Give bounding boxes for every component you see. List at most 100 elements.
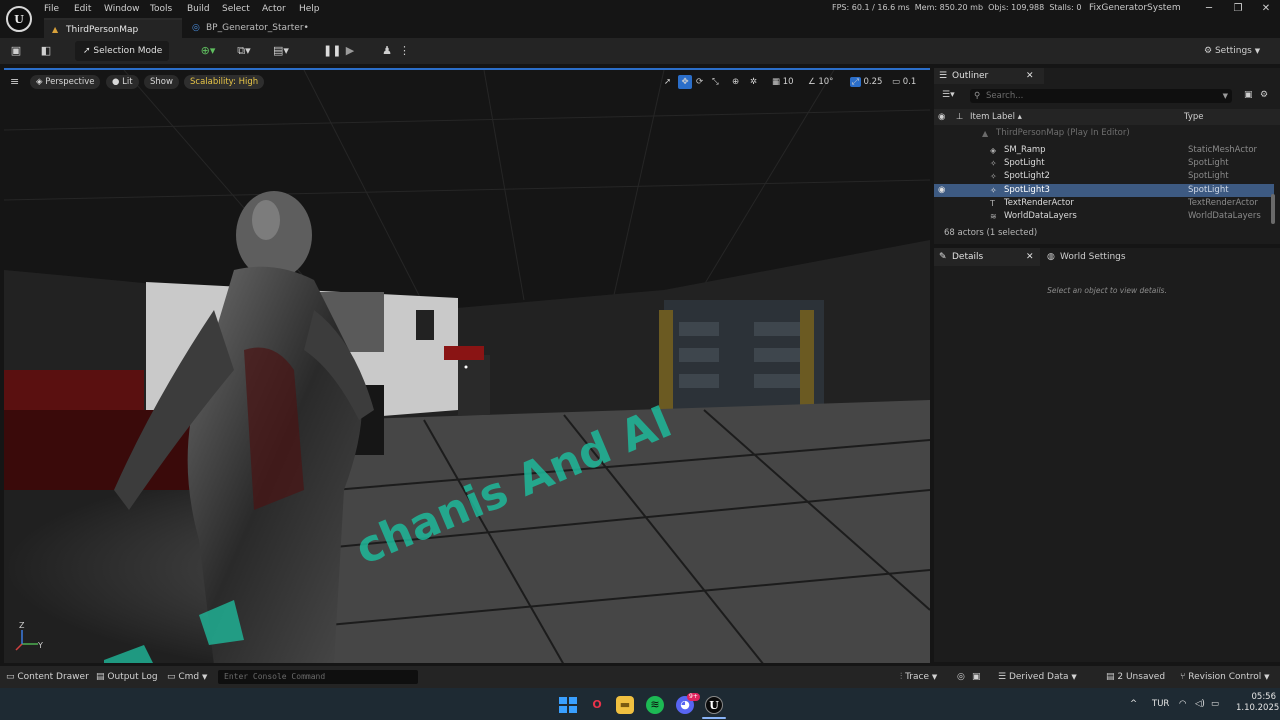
- angle-icon: ∠: [808, 77, 819, 87]
- details-title: Details: [952, 252, 984, 262]
- world-settings-tab[interactable]: ◍ World Settings: [1044, 248, 1154, 266]
- visibility-eye-icon[interactable]: ◉: [938, 184, 945, 197]
- menu-tools[interactable]: Tools: [150, 2, 172, 16]
- console-command-input[interactable]: Enter Console Command: [218, 670, 418, 684]
- outliner-row[interactable]: ◈ SM_Ramp StaticMeshActor: [934, 144, 1274, 157]
- close-tab-icon[interactable]: ✕: [1026, 68, 1034, 84]
- input-language[interactable]: TUR: [1152, 697, 1169, 711]
- scalability-badge[interactable]: Scalability: High: [184, 75, 265, 89]
- menu-help[interactable]: Help: [299, 2, 320, 16]
- spotify-icon[interactable]: ≋: [646, 696, 664, 714]
- row-label: SpotLight3: [1004, 185, 1050, 195]
- search-icon: ⚲: [974, 91, 981, 101]
- scale-tool-icon[interactable]: ⤡: [712, 75, 719, 89]
- menu-file[interactable]: File: [44, 2, 59, 16]
- opera-icon[interactable]: O: [588, 696, 606, 714]
- filter-icon[interactable]: ☰▾: [942, 90, 955, 100]
- cinematics-icon[interactable]: ▤▾: [268, 43, 294, 59]
- map-row[interactable]: ▲ ThirdPersonMap (Play In Editor): [934, 127, 1274, 140]
- menu-select[interactable]: Select: [222, 2, 250, 16]
- pause-icon[interactable]: ❚❚: [323, 43, 341, 59]
- scale-snap-icon: ⤢: [850, 77, 861, 87]
- record-icon[interactable]: ◎: [957, 670, 965, 684]
- perspective-dropdown[interactable]: ◈ Perspective: [30, 75, 101, 89]
- actor-count: 68 actors (1 selected): [944, 228, 1038, 238]
- row-label: SpotLight: [1004, 158, 1045, 168]
- scale-snap-toggle[interactable]: ⤢ 0.25: [850, 75, 882, 89]
- menu-actor[interactable]: Actor: [262, 2, 286, 16]
- trace-dropdown[interactable]: ⫶ Trace ▼: [900, 670, 937, 684]
- camera-speed-button[interactable]: ▭ 0.1: [892, 75, 916, 89]
- rotation-snap-toggle[interactable]: ∠ 10°: [808, 75, 833, 89]
- tab-bp-generator-starter[interactable]: ◎ BP_Generator_Starter•: [186, 18, 326, 38]
- close-window-icon[interactable]: ✕: [1257, 2, 1275, 16]
- blueprint-menu-icon[interactable]: ⧉▾: [231, 43, 257, 59]
- translate-tool-icon[interactable]: ✥: [678, 75, 692, 89]
- save-icon[interactable]: ▣: [8, 43, 24, 59]
- selection-mode-dropdown[interactable]: ➚ Selection Mode ▼: [75, 41, 169, 75]
- pencil-icon: ✎: [939, 252, 947, 262]
- list-icon: ☰: [939, 71, 948, 81]
- surface-snap-icon[interactable]: ✲: [750, 75, 757, 89]
- unsaved-button[interactable]: ▤ 2 Unsaved: [1106, 670, 1165, 684]
- cmd-dropdown[interactable]: ▭ Cmd ▼: [167, 670, 207, 684]
- rotate-tool-icon[interactable]: ⟳: [696, 75, 703, 89]
- tab-third-person-map[interactable]: ▲ ThirdPersonMap: [44, 18, 182, 38]
- outliner-title: Outliner: [952, 71, 989, 81]
- grid-snap-toggle[interactable]: ▦ 10: [772, 75, 794, 89]
- row-type: SpotLight: [1188, 171, 1229, 181]
- lit-label: Lit: [122, 77, 133, 87]
- menu-edit[interactable]: Edit: [74, 2, 91, 16]
- windows-start-icon[interactable]: [558, 696, 577, 714]
- step-icon[interactable]: ▶: [343, 43, 357, 59]
- content-browser-icon[interactable]: ◧: [37, 43, 55, 59]
- content-drawer-button[interactable]: ▭ Content Drawer: [6, 670, 89, 684]
- volume-icon[interactable]: ◁): [1195, 697, 1205, 711]
- details-tab[interactable]: ✎ Details ✕: [934, 248, 1040, 266]
- unreal-taskbar-icon[interactable]: U: [705, 696, 723, 714]
- outliner-scrollbar[interactable]: [1271, 194, 1275, 224]
- unreal-logo-icon[interactable]: U: [6, 6, 32, 32]
- outliner-row-selected[interactable]: ◉ ✧ SpotLight3 SpotLight: [934, 184, 1274, 197]
- wifi-icon[interactable]: ◠: [1179, 697, 1186, 711]
- terminal-icon: ▭: [167, 672, 179, 682]
- show-dropdown[interactable]: Show: [144, 75, 179, 89]
- add-folder-icon[interactable]: ▣: [1244, 90, 1253, 100]
- revision-control-dropdown[interactable]: ⑂ Revision Control ▼: [1180, 670, 1270, 684]
- menu-window[interactable]: Window: [104, 2, 140, 16]
- row-type: SpotLight: [1188, 158, 1229, 168]
- visibility-eye-icon[interactable]: ◉: [938, 109, 945, 125]
- derived-data-dropdown[interactable]: ☰ Derived Data ▼: [998, 670, 1077, 684]
- pin-icon[interactable]: ⊥: [956, 109, 963, 125]
- possess-icon[interactable]: ♟: [380, 43, 394, 59]
- outliner-settings-icon[interactable]: ⚙: [1260, 90, 1268, 100]
- minimize-icon[interactable]: ─: [1200, 2, 1218, 16]
- select-tool-icon[interactable]: ➚: [664, 75, 671, 89]
- layers-icon: ≋: [990, 212, 997, 221]
- settings-button[interactable]: ⚙ Settings ▼: [1204, 43, 1260, 59]
- add-actor-icon[interactable]: ⊕▾: [194, 43, 222, 59]
- outliner-row[interactable]: T TextRenderActor TextRenderActor: [934, 197, 1274, 210]
- axis-z-label: Z: [19, 621, 25, 630]
- file-explorer-icon[interactable]: ▬: [616, 696, 634, 714]
- more-options-icon[interactable]: ⋮: [399, 43, 410, 59]
- outliner-tab[interactable]: ☰ Outliner ✕: [934, 68, 1044, 84]
- type-column[interactable]: Type: [1184, 109, 1204, 125]
- level-viewport[interactable]: chanis And AI Y Z ≡ ◈ Perspective ● Lit …: [4, 68, 930, 663]
- tray-chevron-icon[interactable]: ^: [1130, 697, 1137, 711]
- screenshot-icon[interactable]: ▣: [972, 670, 981, 684]
- outliner-row[interactable]: ✧ SpotLight SpotLight: [934, 157, 1274, 170]
- outliner-row[interactable]: ≋ WorldDataLayers WorldDataLayers: [934, 210, 1274, 223]
- lit-dropdown[interactable]: ● Lit: [106, 75, 139, 89]
- battery-icon[interactable]: ▭: [1211, 697, 1219, 711]
- viewport-menu-icon[interactable]: ≡: [10, 75, 24, 89]
- outliner-row[interactable]: ✧ SpotLight2 SpotLight: [934, 170, 1274, 183]
- outliner-search-input[interactable]: ⚲ Search... ▼: [970, 89, 1232, 103]
- item-label-column[interactable]: Item Label ▴: [970, 109, 1022, 125]
- clock[interactable]: 05:56 1.10.2025: [1236, 692, 1279, 714]
- world-space-icon[interactable]: ⊕: [732, 75, 739, 89]
- close-tab-icon[interactable]: ✕: [1026, 248, 1034, 266]
- maximize-icon[interactable]: ❐: [1229, 2, 1247, 16]
- menu-build[interactable]: Build: [187, 2, 210, 16]
- output-log-button[interactable]: ▤ Output Log: [96, 670, 158, 684]
